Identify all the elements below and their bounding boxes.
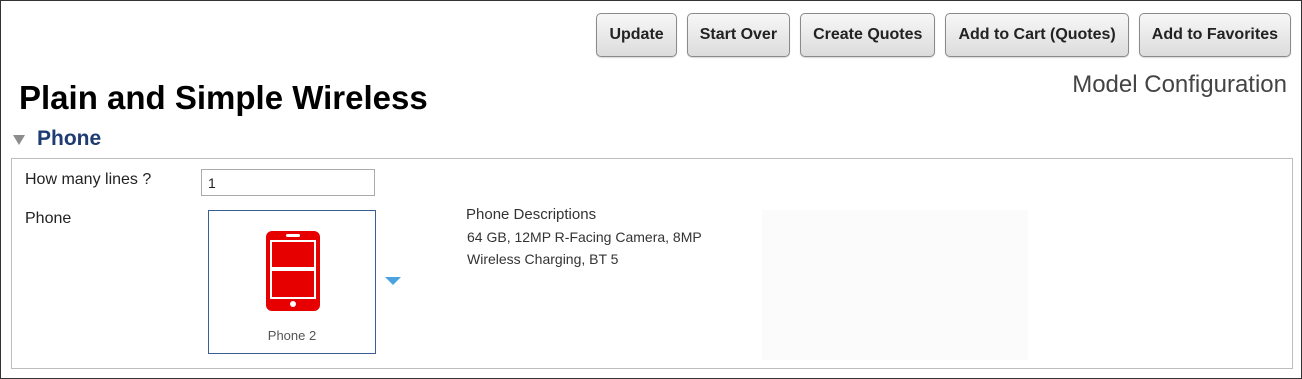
- start-over-button[interactable]: Start Over: [686, 13, 791, 57]
- lines-label: How many lines ?: [25, 171, 152, 188]
- description-title: Phone Descriptions: [466, 206, 597, 223]
- collapse-triangle-icon[interactable]: [13, 135, 25, 145]
- lines-input[interactable]: [201, 169, 375, 196]
- add-to-favorites-button[interactable]: Add to Favorites: [1138, 13, 1291, 57]
- phone-section-panel: How many lines ? Phone Phone 2 Phone Des…: [11, 158, 1293, 369]
- toolbar: Update Start Over Create Quotes Add to C…: [596, 13, 1291, 57]
- phone-label: Phone: [25, 210, 72, 227]
- page-subtitle: Model Configuration: [1072, 71, 1287, 98]
- update-button[interactable]: Update: [596, 13, 677, 57]
- add-to-cart-button[interactable]: Add to Cart (Quotes): [945, 13, 1129, 57]
- phone-option-caption: Phone 2: [267, 328, 317, 343]
- dropdown-arrow-icon[interactable]: [385, 277, 401, 285]
- page-title: Plain and Simple Wireless: [19, 79, 428, 116]
- configurator-window: Update Start Over Create Quotes Add to C…: [0, 0, 1302, 379]
- phone-icon: [266, 231, 320, 311]
- phone-option-tile[interactable]: Phone 2: [208, 210, 376, 354]
- description-line-1: 64 GB, 12MP R-Facing Camera, 8MP: [467, 229, 702, 245]
- description-line-2: Wireless Charging, BT 5: [467, 251, 619, 267]
- description-backdrop: [762, 210, 1028, 360]
- section-title: Phone: [37, 127, 102, 150]
- create-quotes-button[interactable]: Create Quotes: [800, 13, 936, 57]
- section-toggle-phone[interactable]: Phone: [13, 127, 101, 151]
